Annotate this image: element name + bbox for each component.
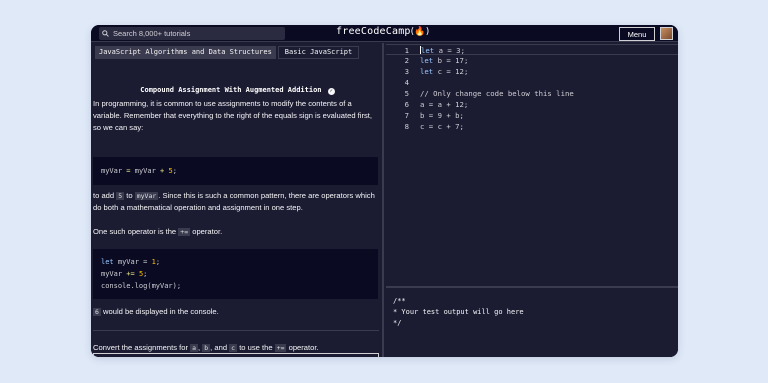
code-example-2: let myVar = 1; myVar += 5; console.log(m… <box>93 249 378 299</box>
editor-line[interactable]: 2 let b = 17; <box>386 55 678 66</box>
editor-line[interactable]: 4 <box>386 77 678 88</box>
editor-line[interactable]: 6 a = a + 12; <box>386 99 678 110</box>
paragraph-operator: One such operator is the += operator. <box>93 227 223 236</box>
editor-line[interactable]: 8 c = c + 7; <box>386 121 678 132</box>
inline-code: 6 <box>93 308 101 316</box>
top-navbar: Search 8,000+ tutorials freeCodeCamp(🔥) … <box>91 25 678 42</box>
inline-code: a <box>190 344 198 352</box>
instructions-panel: JavaScript Algorithms and Data Structure… <box>91 43 384 357</box>
output-line: /** <box>393 297 406 305</box>
paragraph-result: 6 would be displayed in the console. <box>93 307 219 316</box>
challenge-title-text: Compound Assignment With Augmented Addit… <box>140 86 322 94</box>
avatar[interactable] <box>660 27 673 40</box>
breadcrumb: JavaScript Algorithms and Data Structure… <box>95 46 360 59</box>
inline-code: c <box>229 344 238 352</box>
editor-line[interactable]: 3 let c = 12; <box>386 66 678 77</box>
inline-code: b <box>202 344 211 352</box>
output-line: */ <box>393 319 402 327</box>
run-tests-button-edge[interactable] <box>93 353 379 357</box>
flame-icon: (🔥) <box>410 27 430 37</box>
test-output-console: /** * Your test output will go here */ <box>386 288 678 357</box>
code-line: myVar = myVar + 5; <box>101 167 177 175</box>
menu-button[interactable]: Menu <box>619 27 655 41</box>
code-line: console.log(myVar); <box>101 282 182 290</box>
fcc-logo[interactable]: freeCodeCamp(🔥) <box>336 26 430 37</box>
paragraph-explanation: to add 5 to myVar. Since this is such a … <box>93 191 375 212</box>
search-input[interactable]: Search 8,000+ tutorials <box>99 27 285 40</box>
editor-line[interactable]: 7 b = 9 + b; <box>386 110 678 121</box>
inline-code: myVar <box>134 192 159 200</box>
inline-code: 5 <box>116 192 125 200</box>
completed-check-icon: ✓ <box>327 88 335 95</box>
breadcrumb-block[interactable]: Basic JavaScript <box>277 46 360 59</box>
search-icon <box>102 30 109 37</box>
paragraph-intro: In programming, it is common to use assi… <box>93 99 373 132</box>
code-line: let myVar = 1; <box>101 258 161 266</box>
brand-name: freeCodeCamp <box>336 26 411 37</box>
search-placeholder: Search 8,000+ tutorials <box>113 29 191 38</box>
inline-code: += <box>274 344 287 352</box>
breadcrumb-superblock[interactable]: JavaScript Algorithms and Data Structure… <box>95 46 276 59</box>
output-line: * Your test output will go here <box>393 308 524 316</box>
editor-line[interactable]: 5 // Only change code below this line <box>386 88 678 99</box>
menu-label: Menu <box>627 29 647 39</box>
editor-line[interactable]: 1 let a = 3; <box>386 44 678 55</box>
code-line: myVar += 5; <box>101 270 148 278</box>
fcc-window: Search 8,000+ tutorials freeCodeCamp(🔥) … <box>91 25 678 357</box>
inline-code: += <box>178 228 191 236</box>
code-example-1: myVar = myVar + 5; <box>93 157 378 185</box>
divider <box>93 330 379 331</box>
code-editor[interactable]: 1 let a = 3; 2 let b = 17; 3 let c = 12;… <box>386 43 678 286</box>
challenge-title: Compound Assignment With Augmented Addit… <box>91 86 382 95</box>
